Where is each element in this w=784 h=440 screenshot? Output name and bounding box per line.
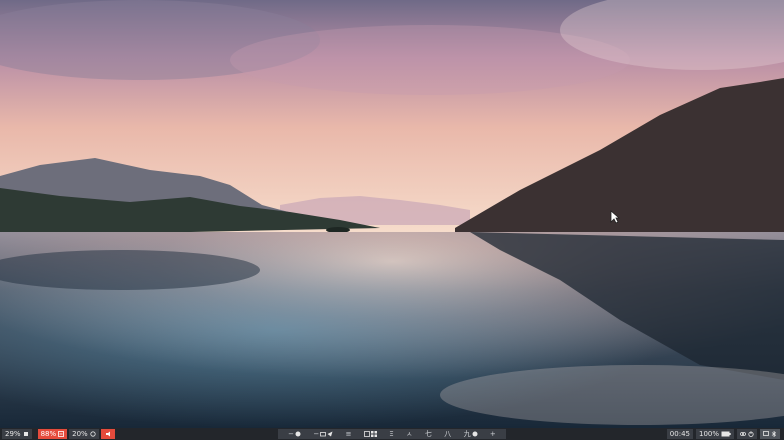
workspace-4[interactable]: [363, 431, 377, 437]
brightness-value: 29%: [5, 430, 21, 438]
taskbar-left: 29% 88% 20%: [2, 429, 115, 439]
workspace-7[interactable]: 七: [425, 428, 432, 440]
battery-value: 100%: [698, 430, 719, 438]
speaker-button[interactable]: [100, 429, 115, 439]
brightness-indicator[interactable]: 29%: [2, 429, 32, 439]
volume-value: 20%: [72, 430, 88, 438]
taskbar: 29% 88% 20% − − ≡ Ξ ㅅ 七 八 九 + 00:45 100%: [0, 428, 784, 440]
link-icon[interactable]: [740, 431, 746, 437]
system-tray: [737, 429, 757, 439]
desktop: 29% 88% 20% − − ≡ Ξ ㅅ 七 八 九 + 00:45 100%: [0, 0, 784, 440]
battery-icon: [721, 431, 731, 437]
speaker-icon: [105, 431, 111, 437]
clock-icon: [472, 431, 478, 437]
mouse-cursor-icon: [610, 210, 620, 224]
power-icon[interactable]: [748, 431, 754, 437]
add-workspace-button[interactable]: +: [490, 428, 496, 440]
battery-indicator[interactable]: 100%: [695, 429, 734, 439]
tray-extra: [760, 429, 780, 439]
folder-icon: [320, 431, 327, 437]
wallpaper-lake-sunset: [0, 0, 784, 428]
workspace-9[interactable]: 九: [464, 428, 478, 440]
cpu-value: 88%: [40, 430, 57, 438]
bluetooth-icon[interactable]: [771, 431, 777, 437]
volume-indicator[interactable]: 20%: [69, 429, 99, 439]
clock-icon: [295, 431, 301, 437]
workspace-8[interactable]: 八: [444, 428, 451, 440]
send-icon: [327, 431, 333, 437]
workspace-6[interactable]: ㅅ: [406, 428, 412, 440]
workspace-1[interactable]: −: [288, 428, 301, 440]
workspace-3[interactable]: ≡: [346, 428, 352, 440]
volume-icon: [90, 431, 96, 437]
workspace-5[interactable]: Ξ: [389, 428, 393, 440]
window-icon: [363, 431, 370, 437]
clock[interactable]: 00:45: [666, 429, 693, 439]
taskbar-right: 00:45 100%: [666, 429, 780, 439]
workspace-2[interactable]: −: [313, 428, 333, 440]
grid-icon: [370, 431, 377, 437]
cpu-indicator[interactable]: 88%: [37, 429, 68, 439]
clock-time: 00:45: [669, 430, 690, 438]
workspace-bar: − − ≡ Ξ ㅅ 七 八 九 +: [278, 429, 506, 439]
brightness-icon: [23, 431, 29, 437]
screen-icon[interactable]: [763, 431, 769, 437]
cpu-icon: [58, 431, 65, 437]
